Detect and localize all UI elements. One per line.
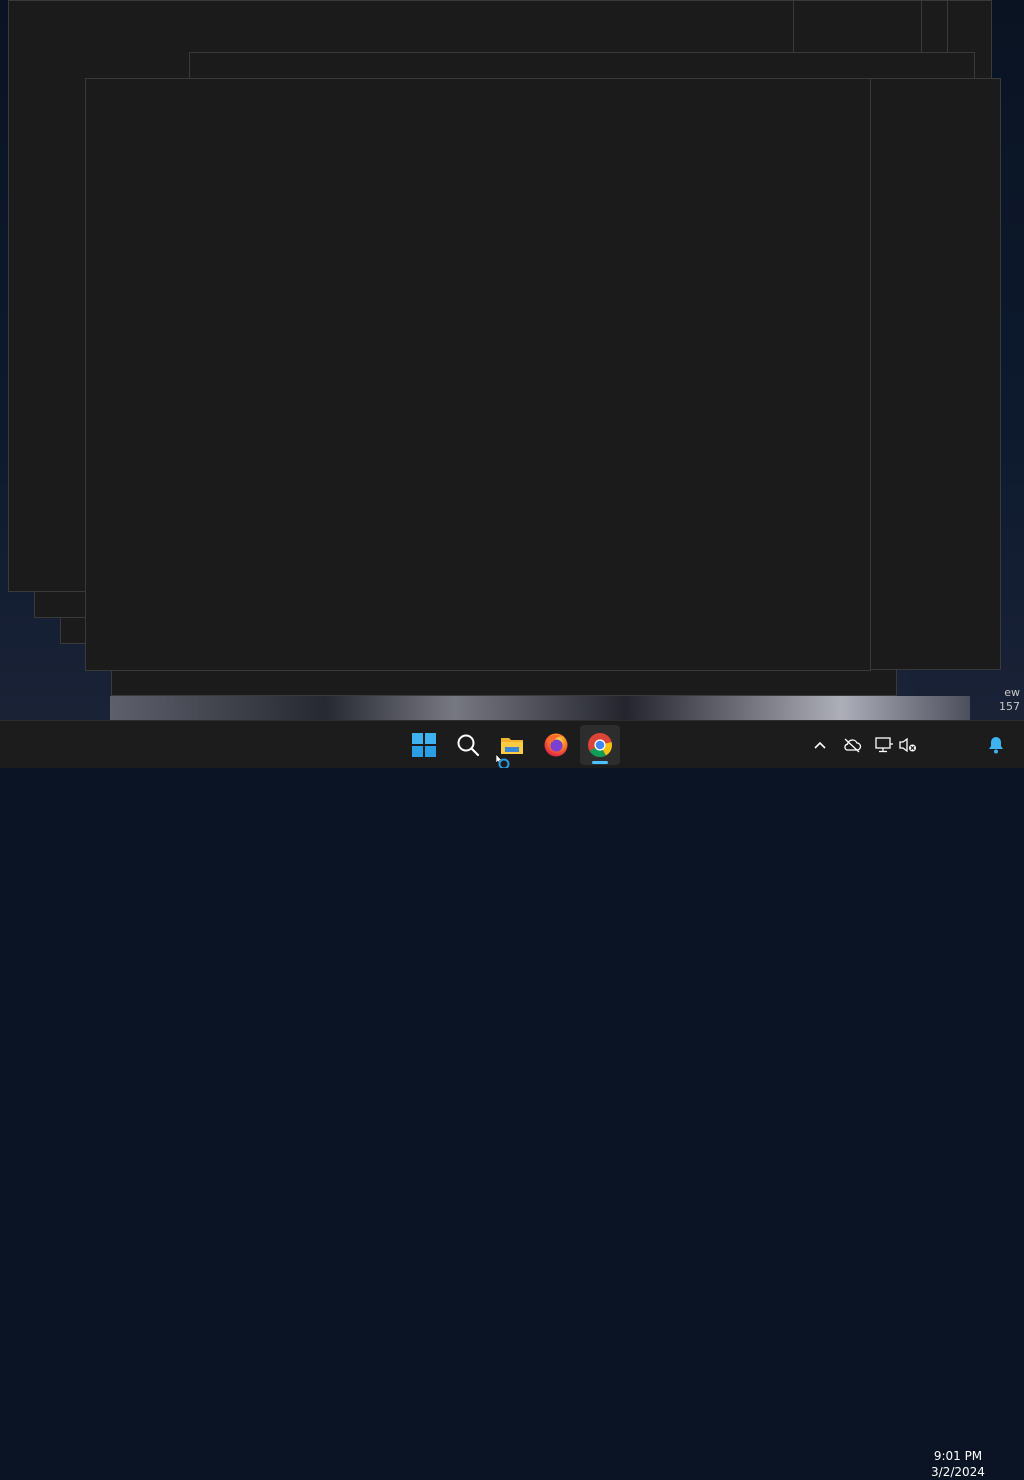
notifications-button[interactable]: [984, 733, 1008, 757]
network-tray-button[interactable]: [872, 733, 896, 757]
search-button[interactable]: [448, 725, 488, 765]
windows-logo-icon: [412, 733, 436, 757]
clock-time: 9:01 PM: [933, 1449, 983, 1463]
search-icon: [457, 734, 480, 757]
busy-cursor-icon: [496, 754, 510, 768]
network-disconnected-icon: [875, 737, 893, 753]
chrome-icon: [588, 733, 612, 758]
folder-icon: [501, 738, 523, 754]
chrome-button[interactable]: [580, 725, 620, 765]
clock-date: 3/2/2024: [931, 1465, 985, 1479]
show-hidden-icons-button[interactable]: [808, 733, 832, 757]
cloud-offline-icon: [844, 738, 862, 753]
firefox-icon: [544, 733, 568, 757]
onedrive-tray-button[interactable]: [840, 733, 864, 757]
volume-tray-button[interactable]: [896, 733, 920, 757]
chevron-up-icon: [814, 741, 826, 749]
desktop[interactable]: ew 157: [0, 0, 1024, 720]
ghost-window-front[interactable]: [85, 78, 871, 671]
bell-icon: [989, 737, 1003, 754]
volume-muted-icon: [899, 737, 916, 753]
active-app-indicator: [592, 761, 608, 764]
firefox-button[interactable]: [536, 725, 576, 765]
clock-button[interactable]: 9:01 PM 3/2/2024: [926, 1448, 990, 1480]
start-button[interactable]: [404, 725, 444, 765]
wallpaper: [110, 696, 970, 720]
desktop-partial-label: ew 157: [999, 686, 1020, 713]
